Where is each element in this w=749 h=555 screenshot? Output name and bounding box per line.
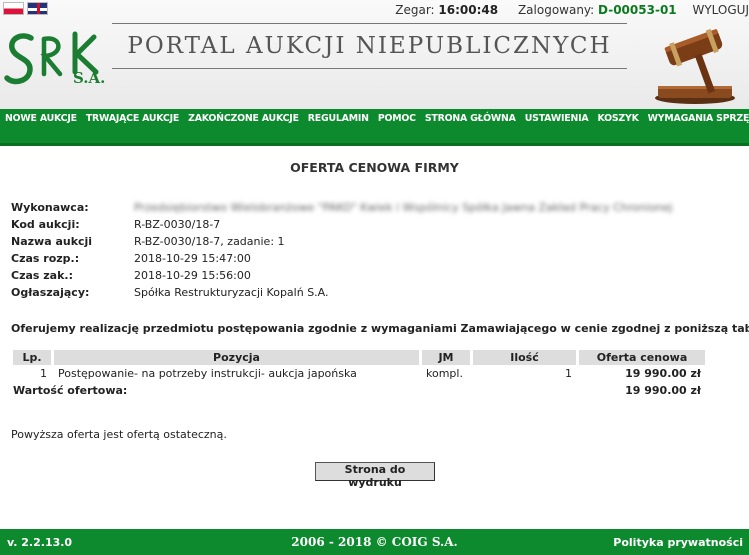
col-position: Pozycja [54, 350, 419, 365]
cell-quantity: 1 [565, 367, 572, 380]
auction-name-label: Nazwa aukcji [11, 235, 93, 248]
offer-table: Lp. Pozycja JM Ilość Oferta cenowa 1 Pos… [10, 350, 708, 399]
cell-position: Postępowanie- na potrzeby instrukcji- au… [58, 367, 357, 380]
sum-label: Wartość ofertowa: [13, 384, 128, 397]
table-row: 1 Postępowanie- na potrzeby instrukcji- … [13, 365, 705, 382]
portal-title: PORTAL AUKCJI NIEPUBLICZNYCH [112, 23, 627, 69]
auction-name-value: R-BZ-0030/18-7, zadanie: 1 [134, 235, 285, 248]
final-note: Powyższa oferta jest ofertą ostateczną. [11, 428, 227, 441]
offer-intro: Oferujemy realizację przedmiotu postępow… [11, 322, 749, 335]
session-info: Zegar: 16:00:48 Zalogowany: D-00053-01 W… [395, 3, 749, 17]
end-time-value: 2018-10-29 15:56:00 [134, 269, 251, 282]
main-nav: NOWE AUKCJE TRWAJĄCE AUKCJE ZAKOŃCZONE A… [0, 109, 749, 146]
start-time-value: 2018-10-29 15:47:00 [134, 252, 251, 265]
cell-jm: kompl. [426, 367, 463, 380]
polish-flag-icon[interactable] [3, 2, 24, 15]
code-label: Kod aukcji: [11, 218, 80, 231]
cell-lp: 1 [40, 367, 47, 380]
nav-new-auctions[interactable]: NOWE AUKCJE [5, 113, 77, 124]
footer: v. 2.2.13.0 2006 - 2018 © COIG S.A. Poli… [0, 529, 749, 555]
contractor-value: Przedsiębiorstwo Wielobranżowe "PAKO" Kw… [134, 201, 673, 214]
print-page-button[interactable]: Strona do wydruku [315, 462, 435, 489]
nav-finished-auctions[interactable]: ZAKOŃCZONE AUKCJE [188, 113, 299, 124]
page-title: OFERTA CENOWA FIRMY [290, 160, 459, 175]
gavel-icon [655, 28, 735, 104]
table-header-row: Lp. Pozycja JM Ilość Oferta cenowa [13, 350, 705, 365]
logout-link[interactable]: WYLOGUJ [692, 3, 749, 17]
nav-cart[interactable]: KOSZYK [597, 113, 638, 124]
nav-regulations[interactable]: REGULAMIN [308, 113, 369, 124]
nav-ongoing-auctions[interactable]: TRWAJĄCE AUKCJE [86, 113, 179, 124]
announcer-label: Ogłaszający: [11, 286, 90, 299]
col-lp: Lp. [13, 350, 51, 365]
contractor-label: Wykonawca: [11, 201, 89, 214]
clock-value: 16:00:48 [438, 3, 499, 17]
start-time-label: Czas rozp.: [11, 252, 80, 265]
nav-requirements[interactable]: WYMAGANIA SPRZĘTOWE [648, 113, 749, 124]
announcer-value: Spółka Restrukturyzacji Kopalń S.A. [134, 286, 329, 299]
clock-label: Zegar: [395, 3, 435, 17]
header: Zegar: 16:00:48 Zalogowany: D-00053-01 W… [0, 0, 749, 109]
logo-sa-text: S.A. [73, 69, 106, 87]
language-switcher [3, 2, 48, 15]
col-jm: JM [422, 350, 470, 365]
english-flag-icon[interactable] [27, 2, 48, 15]
logged-user: D-00053-01 [598, 3, 677, 17]
sum-value: 19 990.00 zł [625, 384, 701, 397]
nav-help[interactable]: POMOC [378, 113, 416, 124]
logged-label: Zalogowany: [517, 3, 595, 17]
privacy-policy-link[interactable]: Polityka prywatności [613, 536, 743, 549]
cell-price: 19 990.00 zł [625, 367, 701, 380]
sum-row: Wartość ofertowa: 19 990.00 zł [13, 382, 705, 399]
col-price: Oferta cenowa [579, 350, 705, 365]
nav-settings[interactable]: USTAWIENIA [525, 113, 589, 124]
col-quantity: Ilość [473, 350, 576, 365]
code-value: R-BZ-0030/18-7 [134, 218, 221, 231]
nav-home[interactable]: STRONA GŁÓWNA [425, 113, 516, 124]
end-time-label: Czas zak.: [11, 269, 73, 282]
